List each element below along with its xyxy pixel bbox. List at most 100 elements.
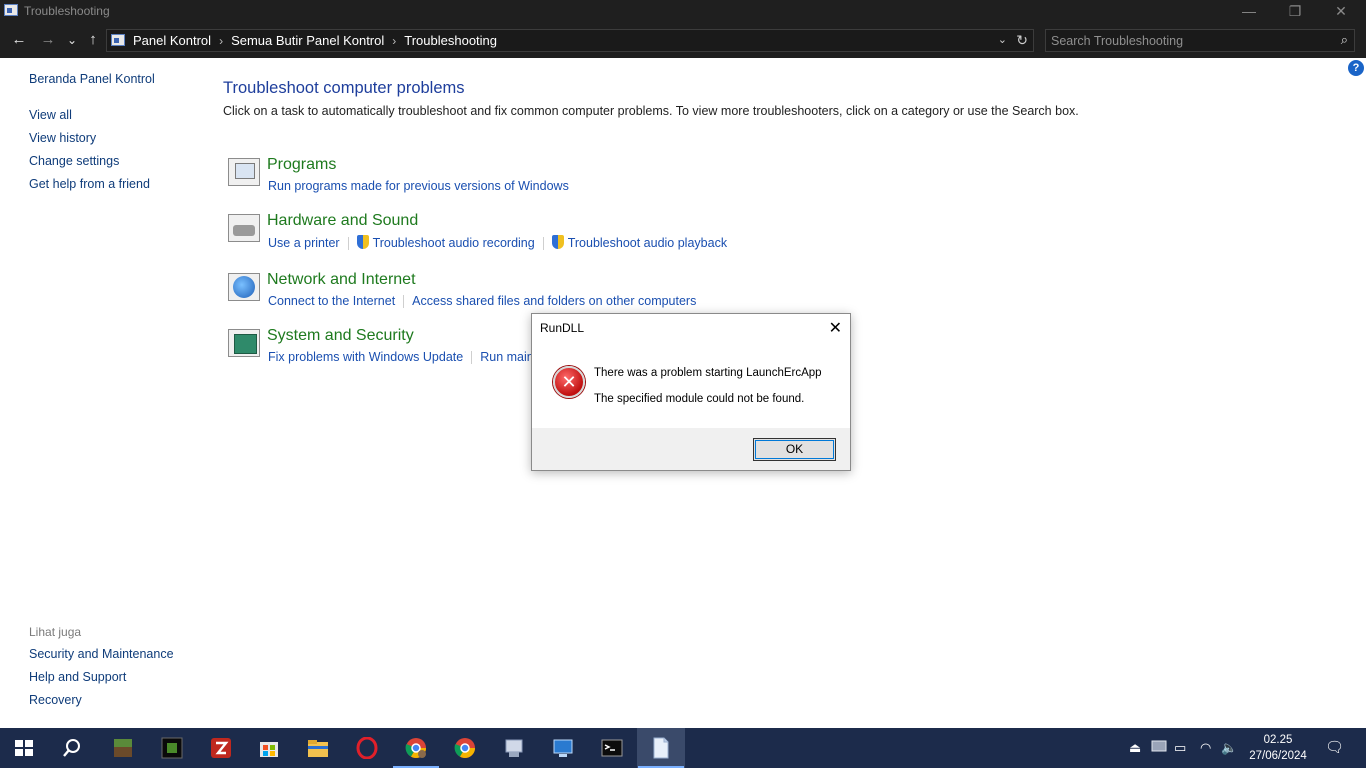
taskbar-chrome-profile[interactable] [392, 728, 440, 768]
programs-icon[interactable] [228, 158, 260, 186]
link-use-printer[interactable]: Use a printer [268, 236, 340, 250]
usb-eject-icon[interactable]: ⏏ [1129, 740, 1141, 756]
control-panel-icon [505, 739, 523, 757]
taskbar-file-explorer[interactable] [294, 728, 342, 768]
see-also-security-maintenance[interactable]: Security and Maintenance [29, 647, 174, 661]
minimize-button[interactable]: — [1226, 0, 1272, 23]
breadcrumb-troubleshooting[interactable]: Troubleshooting [404, 33, 497, 48]
chrome-icon [454, 738, 475, 758]
page-title: Troubleshoot computer problems [223, 79, 465, 97]
taskbar-opera[interactable] [343, 728, 391, 768]
minecraft-server-icon [161, 737, 183, 759]
clock-date: 27/06/2024 [1249, 750, 1307, 762]
volume-icon[interactable]: 🔈 [1221, 740, 1237, 756]
up-button[interactable]: ↑ [83, 31, 103, 49]
battery-icon[interactable]: ▭ [1174, 740, 1186, 756]
breadcrumb-separator-icon[interactable]: › [392, 34, 396, 48]
see-also-recovery[interactable]: Recovery [29, 693, 82, 707]
link-windows-update[interactable]: Fix problems with Windows Update [268, 350, 463, 364]
category-title-programs[interactable]: Programs [267, 156, 336, 174]
link-divider [542, 237, 544, 251]
notepad-icon [653, 737, 669, 759]
breadcrumb-panel-kontrol[interactable]: Panel Kontrol [133, 33, 211, 48]
address-bar[interactable]: Panel Kontrol › Semua Butir Panel Kontrol ›… [106, 29, 1034, 52]
close-button[interactable]: ✕ [1318, 0, 1364, 23]
category-title-system-security[interactable]: System and Security [267, 327, 414, 345]
minecraft-icon [114, 739, 132, 757]
search-box[interactable]: Search Troubleshooting ⌕ [1045, 29, 1355, 52]
link-run-old-programs[interactable]: Run programs made for previous versions … [268, 179, 569, 193]
taskbar-filezilla[interactable] [197, 728, 245, 768]
see-also-help-support[interactable]: Help and Support [29, 670, 126, 684]
control-panel-location-icon [111, 34, 125, 46]
start-button[interactable] [0, 728, 48, 768]
opera-icon [356, 737, 378, 759]
start-icon [15, 740, 33, 756]
taskbar-remote-desktop[interactable] [539, 728, 587, 768]
breadcrumb: Panel Kontrol › Semua Butir Panel Kontrol ›… [133, 33, 497, 48]
link-divider [471, 351, 473, 365]
wifi-icon[interactable]: ◠ [1200, 740, 1211, 756]
link-connect-internet[interactable]: Connect to the Internet [268, 294, 395, 308]
network-icon[interactable] [228, 273, 260, 301]
uac-shield-icon [551, 235, 564, 249]
page-description: Click on a task to automatically trouble… [223, 104, 1079, 118]
search-input[interactable]: Search Troubleshooting [1051, 34, 1183, 48]
category-title-hardware-sound[interactable]: Hardware and Sound [267, 212, 418, 230]
microsoft-store-icon [260, 742, 278, 757]
link-audio-playback[interactable]: Troubleshoot audio playback [568, 236, 727, 250]
title-bar: Troubleshooting — ❐ ✕ [0, 0, 1366, 23]
link-shared-files[interactable]: Access shared files and folders on other… [412, 294, 696, 308]
breadcrumb-separator-icon[interactable]: › [219, 34, 223, 48]
taskbar-terminal[interactable] [588, 728, 636, 768]
taskbar: ⏏ ▭ ◠ 🔈 02.25 27/06/2024 🗨 [0, 728, 1366, 768]
filezilla-icon [211, 738, 231, 758]
dialog-message-secondary: The specified module could not be found. [594, 393, 805, 405]
hardware-sound-icon[interactable] [228, 214, 260, 242]
uac-shield-icon [356, 235, 369, 249]
error-icon: ✕ [553, 366, 585, 398]
window-title: Troubleshooting [24, 4, 110, 18]
control-panel-app-icon [4, 4, 18, 16]
rundll-error-dialog: RunDLL ✕ ✕ There was a problem starting … [531, 313, 851, 471]
forward-button[interactable]: → [38, 31, 58, 49]
sidebar-view-all[interactable]: View all [29, 108, 72, 122]
sidebar-get-help[interactable]: Get help from a friend [29, 177, 150, 191]
sidebar-view-history[interactable]: View history [29, 131, 96, 145]
restore-button[interactable]: ❐ [1272, 0, 1318, 23]
see-also-heading: Lihat juga [29, 625, 82, 639]
search-icon[interactable]: ⌕ [1341, 32, 1348, 48]
dialog-title: RunDLL [540, 321, 585, 335]
dialog-footer: OK [532, 428, 850, 470]
search-icon [63, 739, 80, 757]
help-icon[interactable]: ? [1348, 60, 1364, 76]
link-audio-recording[interactable]: Troubleshoot audio recording [373, 236, 535, 250]
chrome-profile-icon [405, 738, 426, 758]
clock-time: 02.25 [1263, 734, 1293, 746]
remote-desktop-icon [553, 739, 573, 757]
dialog-close-icon[interactable]: ✕ [829, 318, 842, 338]
taskbar-microsoft-store[interactable] [245, 728, 293, 768]
file-explorer-icon [308, 740, 328, 757]
refresh-icon[interactable]: ↻ [1016, 32, 1028, 49]
sidebar-home-link[interactable]: Beranda Panel Kontrol [29, 72, 155, 86]
category-title-network[interactable]: Network and Internet [267, 271, 416, 289]
address-dropdown-icon[interactable]: ⌄ [998, 33, 1007, 46]
back-button[interactable]: ← [9, 31, 29, 49]
notification-center-icon[interactable]: 🗨 [1325, 740, 1344, 756]
system-security-icon[interactable] [228, 329, 260, 357]
breadcrumb-semua-butir[interactable]: Semua Butir Panel Kontrol [231, 33, 384, 48]
taskbar-minecraft[interactable] [99, 728, 147, 768]
category-hardware-sound: Hardware and Sound Use a printer Troubles… [228, 212, 828, 262]
taskbar-clock[interactable]: 02.25 27/06/2024 [1246, 732, 1310, 764]
taskbar-minecraft-server[interactable] [148, 728, 196, 768]
sidebar-change-settings[interactable]: Change settings [29, 154, 119, 168]
taskbar-chrome[interactable] [441, 728, 489, 768]
taskbar-control-panel[interactable] [490, 728, 538, 768]
tablet-icon[interactable] [1151, 740, 1167, 758]
dialog-message-primary: There was a problem starting LaunchErcAp… [594, 367, 822, 379]
recent-locations-button[interactable]: ⌄ [62, 31, 82, 49]
taskbar-search-button[interactable] [48, 728, 96, 768]
taskbar-notepad[interactable] [637, 728, 685, 768]
ok-button[interactable]: OK [753, 438, 836, 461]
